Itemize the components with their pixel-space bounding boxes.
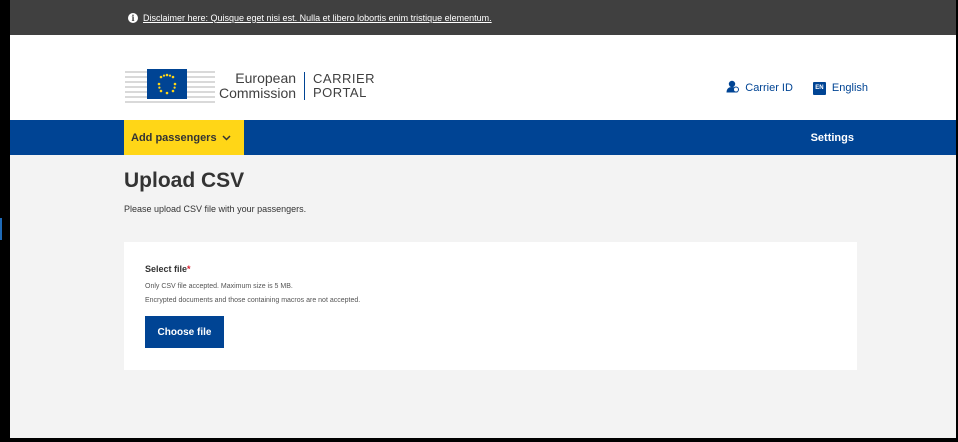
language-icon: EN — [812, 81, 826, 95]
logo-wordmark: European Commission — [219, 71, 296, 101]
chevron-down-icon — [222, 132, 231, 144]
page-title: Upload CSV — [124, 169, 245, 192]
select-file-text: Select file — [145, 264, 188, 274]
carrier-id-link[interactable]: Carrier ID — [726, 80, 793, 96]
disclaimer-link[interactable]: Disclaimer here: Quisque eget nisi est. … — [143, 13, 492, 23]
portal-line1: CARRIER — [313, 71, 376, 86]
browser-viewport: i Disclaimer here: Quisque eget nisi est… — [10, 0, 956, 438]
logo-line2: Commission — [219, 85, 297, 101]
language-label: English — [831, 82, 868, 94]
file-help-size: Only CSV file accepted. Maximum size is … — [145, 283, 293, 290]
user-id-icon — [726, 80, 740, 96]
portal-name: CARRIER PORTAL — [313, 72, 375, 100]
disclaimer-wrap: i Disclaimer here: Quisque eget nisi est… — [128, 12, 492, 23]
settings-link[interactable]: Settings — [811, 120, 854, 155]
file-help-macros: Encrypted documents and those containing… — [145, 297, 361, 304]
language-selector[interactable]: EN English — [812, 81, 868, 95]
disclaimer-bar: i Disclaimer here: Quisque eget nisi est… — [10, 0, 956, 35]
carrier-id-label: Carrier ID — [745, 82, 793, 94]
logo-line1: European — [235, 70, 297, 86]
upload-card: Select file* Only CSV file accepted. Max… — [124, 242, 857, 370]
header-links: Carrier ID EN English — [726, 80, 868, 96]
required-mark: * — [187, 264, 191, 274]
settings-label: Settings — [810, 131, 854, 144]
eu-flag-icon — [125, 65, 215, 107]
select-file-label: Select file* — [145, 264, 191, 274]
choose-file-button[interactable]: Choose file — [145, 316, 224, 348]
add-passengers-menu[interactable]: Add passengers — [124, 120, 244, 155]
site-header: European Commission CARRIER PORTAL Carri… — [10, 35, 956, 120]
left-edge-marker — [0, 218, 2, 240]
page-subtitle: Please upload CSV file with your passeng… — [124, 204, 307, 214]
info-icon: i — [128, 12, 138, 23]
portal-line2: PORTAL — [313, 85, 367, 100]
ec-logo[interactable]: European Commission CARRIER PORTAL — [125, 65, 375, 107]
logo-separator — [304, 72, 306, 100]
main-navigation: Add passengers Settings — [10, 120, 956, 155]
add-passengers-label: Add passengers — [131, 131, 217, 144]
